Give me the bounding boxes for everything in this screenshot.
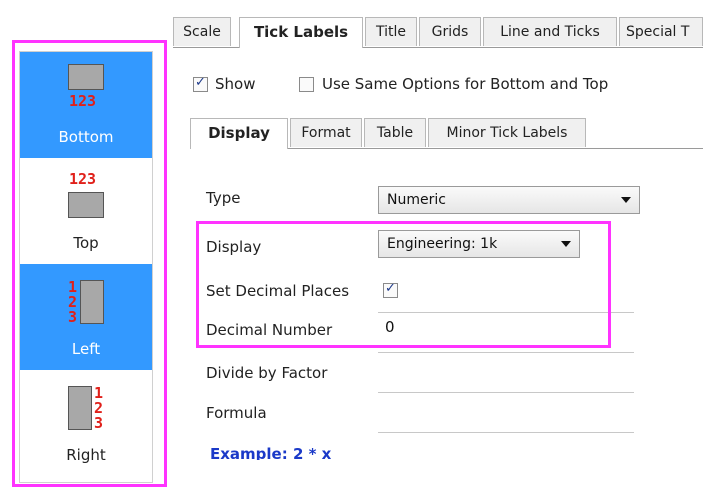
axis-item-right[interactable]: 1 2 3 Right	[20, 370, 152, 476]
checkmark-icon: ✓	[195, 75, 206, 90]
subtab-minor-tick-labels[interactable]: Minor Tick Labels	[428, 118, 586, 147]
field-divider	[378, 352, 634, 353]
type-select[interactable]: Numeric	[378, 186, 640, 214]
top-ticks-icon: 123	[66, 168, 106, 220]
same-options-checkbox[interactable]	[299, 77, 314, 92]
type-label: Type	[206, 189, 241, 207]
right-ticks-icon: 1 2 3	[66, 380, 106, 432]
tab-scale[interactable]: Scale	[173, 17, 231, 46]
axis-item-bottom[interactable]: 123 Bottom	[20, 52, 152, 158]
display-options-highlight	[196, 221, 611, 348]
example-text: Example: 2 * x	[210, 445, 332, 460]
bottom-ticks-icon: 123	[66, 62, 106, 114]
axis-item-label: Bottom	[58, 128, 114, 146]
chevron-down-icon	[621, 197, 631, 203]
axis-item-label: Top	[73, 234, 99, 252]
axis-item-left[interactable]: 1 2 3 Left	[20, 264, 152, 370]
show-label: Show	[215, 75, 256, 93]
tab-line-and-ticks[interactable]: Line and Ticks	[483, 17, 617, 46]
divide-by-factor-label: Divide by Factor	[206, 364, 328, 382]
same-options-label: Use Same Options for Bottom and Top	[322, 75, 609, 93]
show-checkbox[interactable]: ✓	[193, 75, 208, 92]
left-ticks-icon: 1 2 3	[66, 274, 106, 326]
axis-item-top[interactable]: 123 Top	[20, 158, 152, 264]
tab-tick-labels[interactable]: Tick Labels	[239, 17, 363, 48]
subtab-format[interactable]: Format	[290, 118, 362, 147]
subtab-display[interactable]: Display	[190, 118, 288, 149]
subtab-table[interactable]: Table	[364, 118, 426, 147]
tab-title[interactable]: Title	[365, 17, 417, 46]
field-divider	[378, 392, 634, 393]
axis-item-label: Right	[66, 446, 106, 464]
main-tab-strip: Scale Tick Labels Title Grids Line and T…	[173, 17, 703, 48]
formula-label: Formula	[206, 404, 267, 422]
sub-tab-strip: Display Format Table Minor Tick Labels	[190, 118, 703, 149]
axis-item-label: Left	[71, 340, 101, 358]
axis-selector-list: 123 Bottom 123 Top 1 2 3 Left 1 2 3 Righ…	[19, 51, 153, 483]
tab-special-ticks[interactable]: Special T	[619, 17, 703, 46]
tab-grids[interactable]: Grids	[419, 17, 481, 46]
field-divider	[378, 432, 634, 433]
type-select-value: Numeric	[387, 192, 446, 208]
